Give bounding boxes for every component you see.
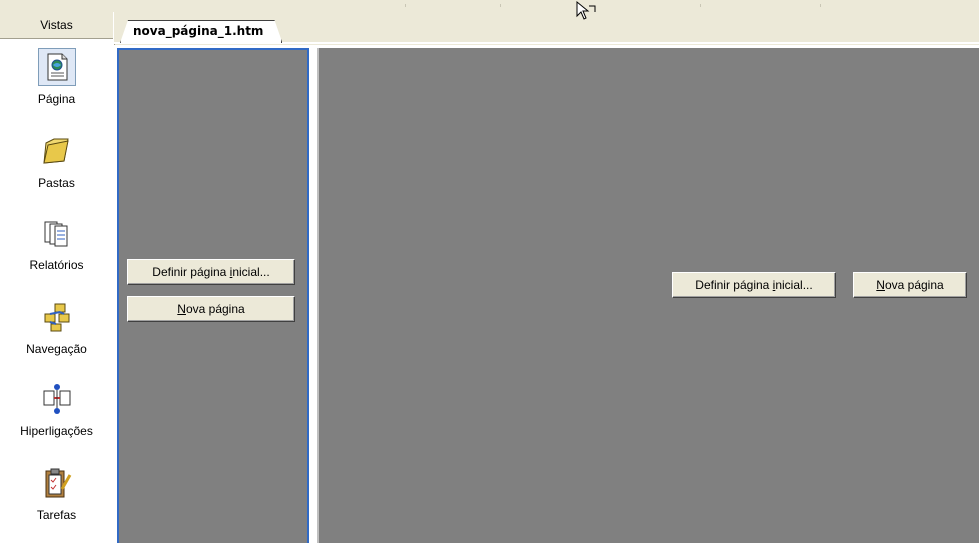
views-bar: Vistas Página Pastas Relatórios Navegaçã… bbox=[0, 12, 115, 543]
set-home-page-button-right[interactable]: Definir página inicial... bbox=[672, 272, 836, 298]
ruler-tick bbox=[405, 4, 406, 7]
view-reports-label: Relatórios bbox=[29, 258, 84, 272]
view-tasks-label: Tarefas bbox=[36, 508, 77, 522]
button-label: Definir página bbox=[695, 278, 773, 292]
main-frame-pane[interactable]: Definir página inicial... Nova página bbox=[317, 48, 979, 543]
navigation-icon bbox=[38, 298, 76, 336]
reports-icon bbox=[38, 214, 76, 252]
ruler-tick bbox=[820, 4, 821, 7]
button-accelerator: N bbox=[177, 302, 186, 316]
mouse-cursor-icon bbox=[576, 0, 596, 20]
ruler-tick bbox=[500, 4, 501, 7]
button-accelerator: N bbox=[876, 278, 885, 292]
view-page[interactable]: Página bbox=[0, 42, 113, 126]
tasks-icon bbox=[38, 464, 76, 502]
button-label: nicial... bbox=[775, 278, 813, 292]
button-label: ova página bbox=[884, 278, 944, 292]
left-frame-pane[interactable]: Definir página inicial... Nova página bbox=[117, 48, 309, 543]
button-label: nicial... bbox=[232, 265, 270, 279]
view-navigation-label: Navegação bbox=[26, 342, 87, 356]
tab-bar: nova_página_1.htm bbox=[114, 12, 979, 44]
tab-document[interactable]: nova_página_1.htm bbox=[120, 20, 282, 43]
view-hyperlinks-label: Hiperligações bbox=[20, 424, 93, 438]
folder-icon bbox=[38, 132, 76, 170]
view-navigation[interactable]: Navegação bbox=[0, 292, 113, 376]
top-ruler bbox=[0, 0, 979, 12]
ruler-tick bbox=[700, 4, 701, 7]
views-header: Vistas bbox=[0, 12, 113, 39]
set-home-page-button-left[interactable]: Definir página inicial... bbox=[127, 259, 295, 285]
hyperlinks-icon bbox=[38, 380, 76, 418]
workspace: Definir página inicial... Nova página De… bbox=[114, 45, 979, 543]
button-label: Definir página bbox=[152, 265, 230, 279]
editor-area: nova_página_1.htm Definir página inicial… bbox=[114, 12, 979, 543]
view-page-label: Página bbox=[37, 92, 76, 106]
page-view-icon bbox=[38, 48, 76, 86]
view-tasks[interactable]: Tarefas bbox=[0, 458, 113, 542]
view-hyperlinks[interactable]: Hiperligações bbox=[0, 374, 113, 458]
view-folders-label: Pastas bbox=[38, 176, 75, 190]
button-label: ova página bbox=[185, 302, 245, 316]
view-folders[interactable]: Pastas bbox=[0, 126, 113, 210]
view-reports[interactable]: Relatórios bbox=[0, 208, 113, 292]
new-page-button-right[interactable]: Nova página bbox=[853, 272, 967, 298]
new-page-button-left[interactable]: Nova página bbox=[127, 296, 295, 322]
